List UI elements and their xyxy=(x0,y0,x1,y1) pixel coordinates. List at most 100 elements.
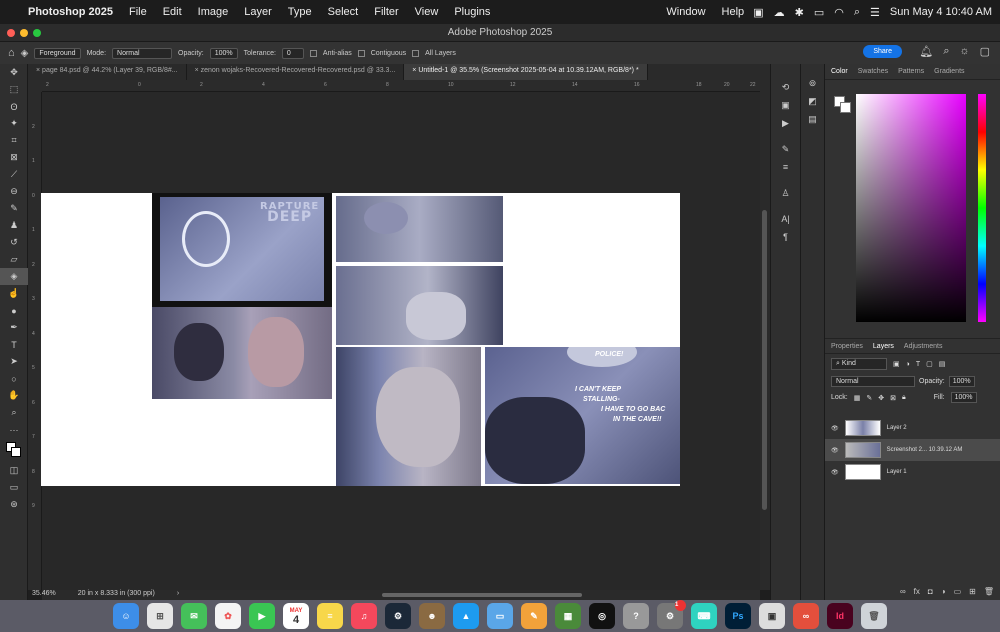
datetime[interactable]: Sun May 4 10:40 AM xyxy=(890,6,992,18)
fill-source-select[interactable]: Foreground xyxy=(34,47,81,59)
lock-position-icon[interactable]: ✥ xyxy=(878,394,884,402)
comic-panel-helmet[interactable]: RAPTURE DEEP xyxy=(152,193,332,307)
shape-tool-icon[interactable]: ○ xyxy=(0,370,28,387)
zoom-level[interactable]: 35.46% xyxy=(32,590,56,600)
tab-zenon-wojaks[interactable]: × zenon wojaks-Recovered-Recovered-Recov… xyxy=(187,64,405,80)
scroll-thumb[interactable] xyxy=(762,210,767,510)
hand-tool-icon[interactable]: ✋ xyxy=(0,387,28,404)
extras-icon[interactable]: ⊛ xyxy=(0,496,28,513)
eye-icon[interactable]: 👁︎ xyxy=(831,425,839,432)
eye-icon[interactable]: 👁︎ xyxy=(831,469,839,476)
move-tool-icon[interactable]: ✥ xyxy=(0,64,28,81)
hue-slider[interactable] xyxy=(978,94,986,322)
screen-icon[interactable]: ▣ xyxy=(753,6,763,19)
battery-icon[interactable]: ▭ xyxy=(814,6,824,19)
color-picker-field[interactable] xyxy=(856,94,966,322)
vertical-ruler[interactable]: 2 1 0 1 2 3 4 5 6 7 8 9 xyxy=(28,92,42,590)
share-button[interactable]: Share xyxy=(863,45,902,58)
help-icon[interactable]: ? xyxy=(623,603,649,629)
lasso-tool-icon[interactable]: ʘ xyxy=(0,98,28,115)
ruler-origin[interactable] xyxy=(28,80,42,92)
system-settings-icon[interactable]: ⚙ 1 xyxy=(657,600,686,629)
menu-help[interactable]: Help xyxy=(722,6,745,18)
group-icon[interactable]: ▭ xyxy=(954,587,962,596)
layer-fill-input[interactable]: 100% xyxy=(950,392,977,403)
paragraph-icon[interactable]: ¶ xyxy=(771,228,800,246)
minecraft-icon[interactable]: ▦ xyxy=(555,603,581,629)
adjustment-layer-icon[interactable]: ◑ xyxy=(941,587,946,596)
tolerance-input[interactable]: 0 xyxy=(281,47,304,59)
crop-tool-icon[interactable]: ⌗ xyxy=(0,132,28,149)
trash-icon[interactable]: 🗑︎ xyxy=(861,603,887,629)
actions-icon[interactable]: ▶ xyxy=(771,114,800,132)
preview-icon[interactable]: ▣ xyxy=(759,603,785,629)
menu-layer[interactable]: Layer xyxy=(244,6,272,18)
tab-properties[interactable]: Properties xyxy=(831,343,863,350)
keynote-icon[interactable]: ▲ xyxy=(453,603,479,629)
healing-tool-icon[interactable]: ⊖ xyxy=(0,183,28,200)
chevron-right-icon[interactable]: › xyxy=(177,590,179,600)
messages-icon[interactable]: ✉ xyxy=(181,603,207,629)
quick-mask-icon[interactable]: ◫ xyxy=(0,462,28,479)
filter-adjustment-icon[interactable]: ◑ xyxy=(906,361,910,368)
comments-icon[interactable]: ▣ xyxy=(771,96,800,114)
scroll-thumb[interactable] xyxy=(382,593,582,597)
brush-tool-icon[interactable]: ✎ xyxy=(0,200,28,217)
tab-gradients[interactable]: Gradients xyxy=(934,68,964,75)
minimize-window-button[interactable] xyxy=(20,29,28,37)
bluetooth-icon[interactable]: ✱ xyxy=(795,6,804,19)
filter-pixel-icon[interactable]: ▣ xyxy=(893,360,900,368)
color-swatches[interactable] xyxy=(0,438,28,462)
eyedropper-tool-icon[interactable]: ⟋ xyxy=(0,166,28,183)
frame-tool-icon[interactable]: ⊠ xyxy=(0,149,28,166)
notes-icon[interactable]: ≡ xyxy=(317,603,343,629)
screen-mode-icon[interactable]: ▭ xyxy=(0,479,28,496)
opacity-input[interactable]: 100% xyxy=(209,47,238,59)
filter-shape-icon[interactable]: ▢ xyxy=(926,360,933,368)
lock-pixels-icon[interactable]: ✎ xyxy=(866,394,872,402)
dodge-tool-icon[interactable]: ● xyxy=(0,302,28,319)
magic-wand-tool-icon[interactable]: ✦ xyxy=(0,115,28,132)
paint-bucket-tool-icon[interactable]: ◈ xyxy=(0,268,28,285)
discover-icon[interactable]: ☼ xyxy=(960,45,970,58)
tab-color[interactable]: Color xyxy=(831,68,848,75)
menu-select[interactable]: Select xyxy=(328,6,359,18)
menu-file[interactable]: File xyxy=(129,6,147,18)
steam-icon[interactable]: ⚙ xyxy=(385,603,411,629)
history-brush-tool-icon[interactable]: ↺ xyxy=(0,234,28,251)
adjust-icon[interactable]: ≡ xyxy=(771,158,800,176)
menu-type[interactable]: Type xyxy=(288,6,312,18)
home-icon[interactable]: ⌂ xyxy=(8,47,15,59)
creative-cloud-icon[interactable]: ∞ xyxy=(793,603,819,629)
path-selection-tool-icon[interactable]: ➤ xyxy=(0,353,28,370)
filter-type-icon[interactable]: T xyxy=(916,361,920,368)
obs-icon[interactable]: ◎ xyxy=(589,603,615,629)
layer-name[interactable]: Layer 1 xyxy=(887,469,907,475)
finder-icon[interactable]: ☺ xyxy=(113,603,139,629)
layer-opacity-input[interactable]: 100% xyxy=(948,376,975,387)
contacts-icon[interactable]: ☻ xyxy=(419,603,445,629)
layer-filter-select[interactable]: ⌕ Kind xyxy=(831,358,887,370)
delete-layer-icon[interactable]: 🗑︎ xyxy=(984,587,994,596)
zoom-window-button[interactable] xyxy=(33,29,41,37)
workspace-icon[interactable]: ▢ xyxy=(980,45,990,58)
menu-edit[interactable]: Edit xyxy=(163,6,182,18)
eye-icon[interactable]: 👁︎ xyxy=(831,447,839,454)
pen-tool-icon[interactable]: ✒ xyxy=(0,319,28,336)
libraries-icon[interactable]: ⊚ xyxy=(801,78,824,96)
comic-panel-profile[interactable] xyxy=(336,347,481,486)
person-icon[interactable]: ♙ xyxy=(771,184,800,202)
search-icon[interactable]: ⌕ xyxy=(854,6,860,19)
zoom-tool-icon[interactable]: ⌕ xyxy=(0,404,28,421)
eraser-tool-icon[interactable]: ▱ xyxy=(0,251,28,268)
comic-panel-sleeping-2[interactable] xyxy=(336,266,503,345)
layer-row-layer-1[interactable]: 👁︎ Layer 1 xyxy=(825,461,1000,483)
notifications-icon[interactable]: 🔔︎ xyxy=(919,45,933,58)
control-center-icon[interactable]: ☰ xyxy=(870,6,880,19)
comic-panel-sleeping-1[interactable] xyxy=(336,196,503,262)
mode-select[interactable]: Normal xyxy=(112,47,173,59)
document-size[interactable]: 20 in x 8.333 in (300 ppi) xyxy=(78,590,155,600)
facetime-icon[interactable]: ▶ xyxy=(249,603,275,629)
keyboard-app-icon[interactable]: ⌨ xyxy=(691,603,717,629)
menu-plugins[interactable]: Plugins xyxy=(454,6,490,18)
